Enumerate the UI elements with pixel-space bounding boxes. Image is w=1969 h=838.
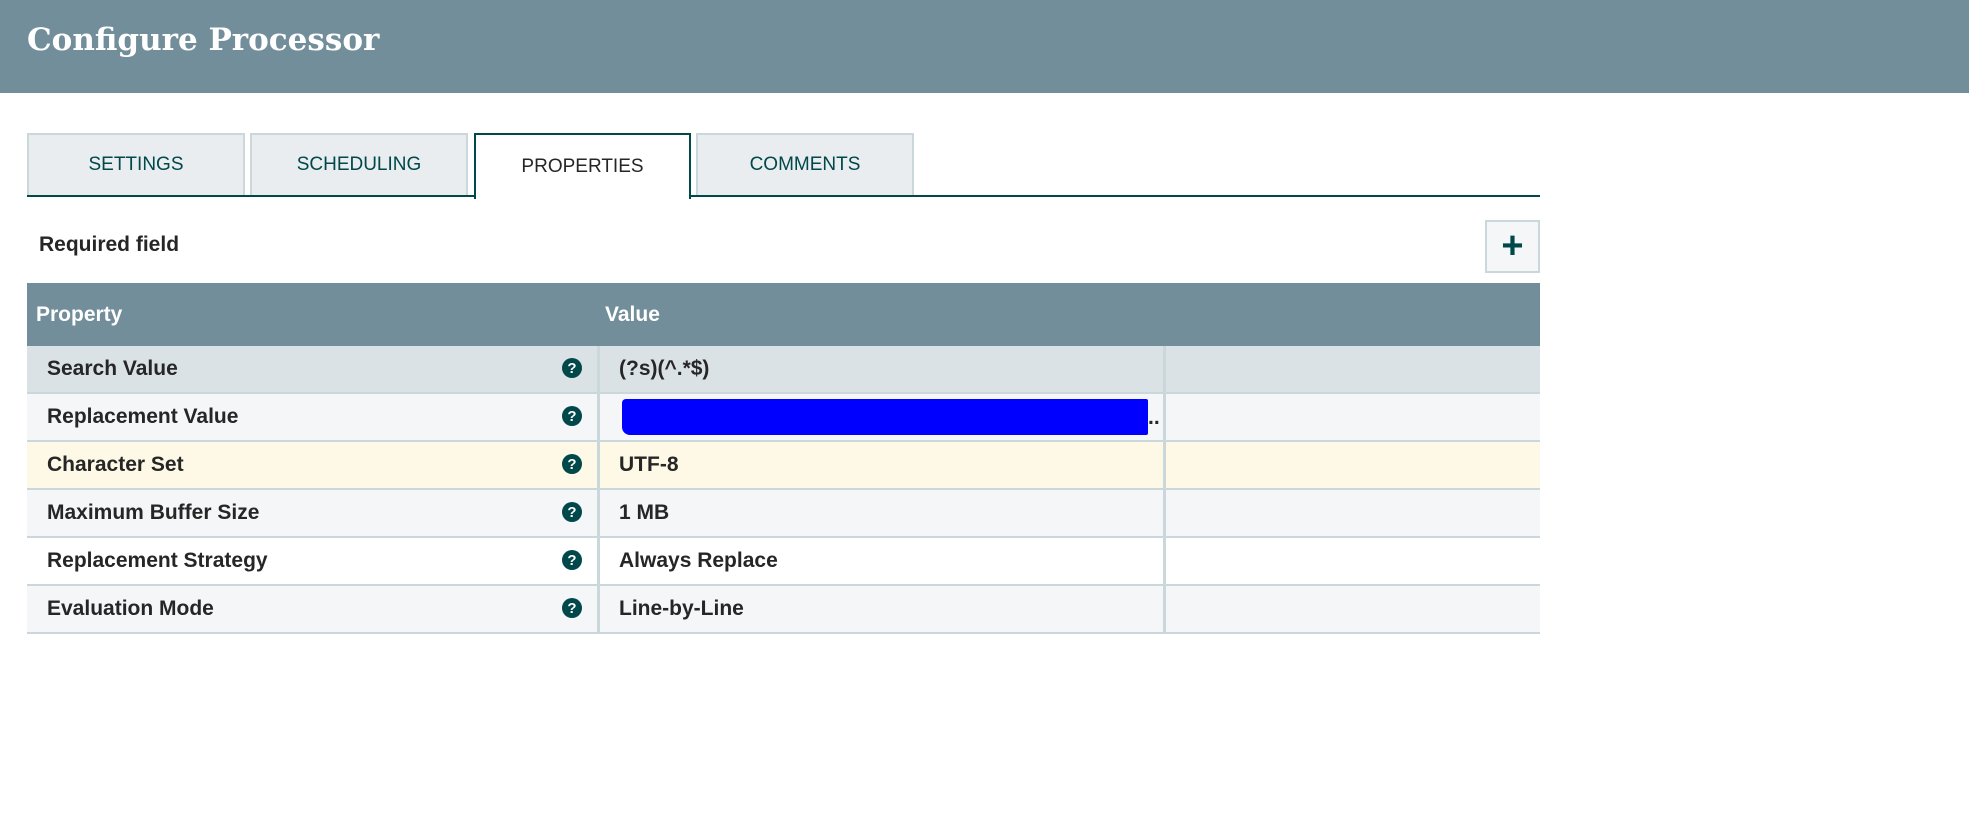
help-icon[interactable]: ? — [562, 502, 582, 522]
help-icon[interactable]: ? — [562, 454, 582, 474]
property-value[interactable]: (?s)(^.*$) — [619, 357, 709, 381]
property-value-cell[interactable]: Always Replace — [597, 538, 1166, 584]
property-value[interactable]: 1 MB — [619, 501, 669, 525]
property-name: Maximum Buffer Size — [47, 501, 260, 524]
property-value[interactable]: Always Replace — [619, 549, 778, 573]
table-row[interactable]: Replacement Value ? .. — [27, 394, 1540, 442]
property-name-cell: Search Value ? — [27, 346, 597, 392]
properties-table: Property Value Search Value ? (?s)(^.*$)… — [27, 283, 1540, 634]
help-icon[interactable]: ? — [562, 358, 582, 378]
property-value[interactable]: Line-by-Line — [619, 597, 744, 621]
table-row[interactable]: Evaluation Mode ? Line-by-Line — [27, 586, 1540, 634]
table-row[interactable]: Maximum Buffer Size ? 1 MB — [27, 490, 1540, 538]
help-icon[interactable]: ? — [562, 598, 582, 618]
table-row[interactable]: Search Value ? (?s)(^.*$) — [27, 346, 1540, 394]
table-row[interactable]: Replacement Strategy ? Always Replace — [27, 538, 1540, 586]
table-header: Property Value — [27, 283, 1540, 346]
table-row[interactable]: Character Set ? UTF-8 — [27, 442, 1540, 490]
property-name-cell: Replacement Value ? — [27, 394, 597, 440]
add-property-button[interactable]: + — [1485, 220, 1540, 273]
property-value-cell[interactable]: (?s)(^.*$) — [597, 346, 1166, 392]
property-name-cell: Character Set ? — [27, 442, 597, 488]
plus-icon: + — [1501, 225, 1524, 267]
property-value-cell[interactable]: .. — [597, 394, 1166, 440]
property-value-cell[interactable]: Line-by-Line — [597, 586, 1166, 632]
dialog-header: Configure Processor — [0, 0, 1969, 93]
property-name: Character Set — [47, 453, 184, 476]
tab-settings[interactable]: SETTINGS — [27, 133, 245, 195]
column-header-value: Value — [605, 303, 660, 326]
tab-divider — [27, 195, 1540, 197]
property-value-cell[interactable]: 1 MB — [597, 490, 1166, 536]
tab-comments[interactable]: COMMENTS — [696, 133, 914, 195]
ellipsis: .. — [1148, 406, 1160, 429]
property-value[interactable]: UTF-8 — [619, 453, 679, 477]
redaction-mark — [622, 399, 1148, 435]
property-name-cell: Maximum Buffer Size ? — [27, 490, 597, 536]
tab-scheduling[interactable]: SCHEDULING — [250, 133, 468, 195]
help-icon[interactable]: ? — [562, 550, 582, 570]
help-icon[interactable]: ? — [562, 406, 582, 426]
property-name: Search Value — [47, 357, 178, 380]
property-name-cell: Evaluation Mode ? — [27, 586, 597, 632]
property-name: Replacement Strategy — [47, 549, 268, 572]
tab-properties[interactable]: PROPERTIES — [474, 133, 691, 199]
property-value-cell[interactable]: UTF-8 — [597, 442, 1166, 488]
dialog-title: Configure Processor — [27, 22, 380, 58]
property-name: Replacement Value — [47, 405, 239, 428]
required-field-label: Required field — [39, 233, 180, 256]
column-header-property: Property — [36, 303, 123, 326]
property-name: Evaluation Mode — [47, 597, 214, 620]
property-name-cell: Replacement Strategy ? — [27, 538, 597, 584]
